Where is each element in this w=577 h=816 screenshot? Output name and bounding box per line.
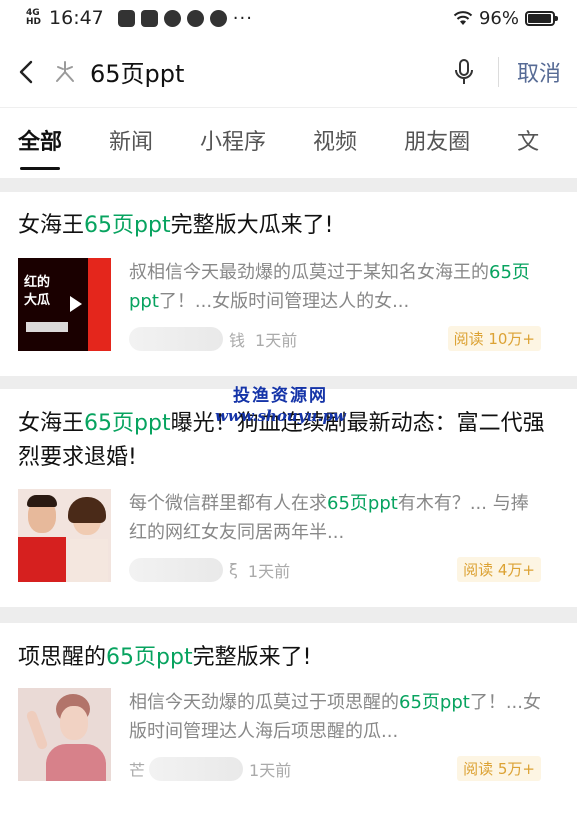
voice-input-button[interactable] bbox=[446, 58, 482, 86]
keyword-highlight: 65页ppt bbox=[84, 213, 171, 238]
result-card[interactable]: 项思醒的65页ppt完整版来了! 相信今天劲爆的瓜莫过于项思醒的65页ppt了！… bbox=[0, 623, 577, 816]
network-indicator: 4G HD bbox=[26, 9, 41, 27]
source-avatar-blurred bbox=[129, 326, 223, 351]
result-summary: 相信今天劲爆的瓜莫过于项思醒的65页ppt了！...女版时间管理达人海后项思醒的… bbox=[129, 692, 541, 742]
battery-level bbox=[528, 13, 552, 23]
microphone-icon bbox=[454, 58, 473, 84]
result-summary: 叔相信今天最劲爆的瓜莫过于某知名女海王的65页ppt了！...女版时间管理达人的… bbox=[129, 262, 530, 312]
result-content: 相信今天劲爆的瓜莫过于项思醒的65页ppt了！...女版时间管理达人海后项思醒的… bbox=[129, 688, 541, 781]
header-divider bbox=[497, 56, 499, 87]
result-title: 项思醒的65页ppt完整版来了! bbox=[18, 645, 312, 670]
cancel-button[interactable]: 取消 bbox=[517, 56, 561, 88]
publish-time: 1天前 bbox=[249, 760, 292, 780]
result-thumbnail bbox=[18, 688, 111, 781]
wechat-icon bbox=[209, 9, 227, 27]
result-body: 相信今天劲爆的瓜莫过于项思醒的65页ppt了！...女版时间管理达人海后项思醒的… bbox=[18, 688, 559, 781]
keyword-highlight: 65页ppt bbox=[327, 493, 398, 514]
result-thumbnail: 红的 大瓜 bbox=[18, 258, 111, 351]
mail-icon bbox=[117, 9, 135, 27]
battery-icon bbox=[525, 10, 558, 26]
source-name: ξ bbox=[229, 560, 238, 579]
source-avatar-blurred bbox=[149, 756, 244, 781]
read-count-badge: 阅读 4万+ bbox=[457, 557, 541, 582]
search-type-icon[interactable] bbox=[52, 59, 78, 85]
battery-percent: 96% bbox=[478, 7, 519, 29]
tab-videos[interactable]: 视频 bbox=[313, 108, 357, 178]
chat-icon bbox=[163, 9, 181, 27]
publish-time: 1天前 bbox=[247, 561, 291, 581]
result-title: 女海王65页ppt完整版大瓜来了! bbox=[18, 213, 334, 238]
compass-icon bbox=[186, 9, 204, 27]
result-meta: ξ 1天前 阅读 4万+ bbox=[129, 557, 541, 582]
back-arrow-icon bbox=[19, 60, 33, 83]
read-count-badge: 阅读 10万+ bbox=[447, 326, 541, 351]
search-input[interactable]: 65页ppt bbox=[90, 54, 184, 89]
keyword-highlight: 65页ppt bbox=[106, 645, 193, 670]
status-left: 4G HD 16:47 ··· bbox=[26, 7, 253, 29]
result-summary: 每个微信群里都有人在求65页ppt有木有？... 与捧红的网红女友同居两年半..… bbox=[129, 493, 529, 543]
result-body: 红的 大瓜 叔相信今天最劲爆的瓜莫过于某知名女海王的65页ppt了！...女版时… bbox=[18, 258, 559, 351]
back-button[interactable] bbox=[0, 60, 52, 84]
search-header: 65页ppt 取消 bbox=[0, 36, 577, 108]
source-name: 芒 bbox=[129, 760, 146, 780]
result-thumbnail bbox=[18, 489, 111, 582]
tab-moments[interactable]: 朋友圈 bbox=[404, 108, 470, 178]
tab-news[interactable]: 新闻 bbox=[109, 108, 153, 178]
tab-all[interactable]: 全部 bbox=[18, 108, 62, 178]
result-content: 每个微信群里都有人在求65页ppt有木有？... 与捧红的网红女友同居两年半..… bbox=[129, 489, 541, 582]
pinwheel-icon bbox=[140, 9, 158, 27]
read-count-badge: 阅读 5万+ bbox=[457, 756, 541, 781]
network-hd: HD bbox=[26, 17, 42, 27]
watermark: 投渔资源网 www.shouyu.pw bbox=[215, 386, 346, 425]
more-notifications-icon: ··· bbox=[232, 7, 253, 29]
publish-time: 1天前 bbox=[255, 330, 298, 350]
source-avatar-blurred bbox=[129, 557, 223, 582]
result-meta: 钱 1天前 阅读 10万+ bbox=[129, 326, 541, 351]
result-body: 每个微信群里都有人在求65页ppt有木有？... 与捧红的网红女友同居两年半..… bbox=[18, 489, 559, 582]
tab-mini-programs[interactable]: 小程序 bbox=[200, 108, 266, 178]
result-card[interactable]: 女海王65页ppt完整版大瓜来了! 红的 大瓜 叔相信今天最劲爆的瓜莫过于某知名… bbox=[0, 192, 577, 376]
result-meta: 芒 1天前 阅读 5万+ bbox=[129, 756, 541, 781]
status-time: 16:47 bbox=[49, 7, 104, 29]
status-right: 96% bbox=[453, 7, 558, 29]
source-name: 钱 bbox=[229, 330, 246, 350]
status-bar: 4G HD 16:47 ··· 96% bbox=[0, 0, 577, 36]
keyword-highlight: 65页ppt bbox=[84, 411, 171, 436]
wifi-icon bbox=[453, 11, 473, 25]
keyword-highlight: 65页ppt bbox=[399, 692, 470, 713]
result-content: 叔相信今天最劲爆的瓜莫过于某知名女海王的65页ppt了！...女版时间管理达人的… bbox=[129, 258, 541, 351]
tab-articles[interactable]: 文 bbox=[517, 108, 539, 178]
search-tabs: 全部 新闻 小程序 视频 朋友圈 文 bbox=[0, 108, 577, 178]
